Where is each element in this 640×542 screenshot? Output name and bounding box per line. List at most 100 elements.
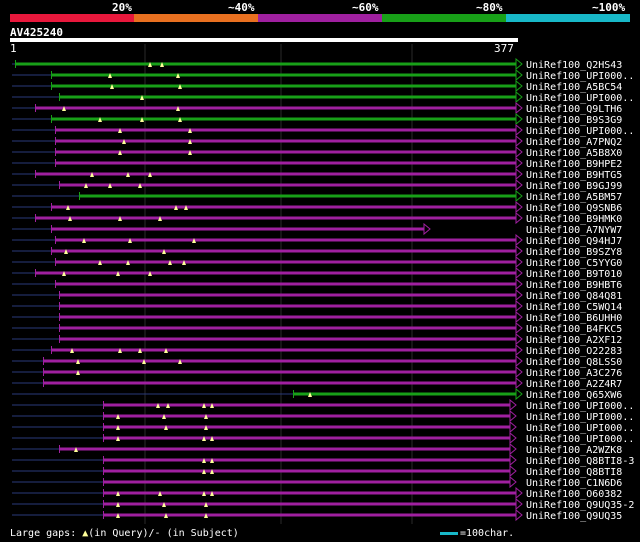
hit-bar[interactable]	[44, 359, 516, 363]
hit-bar[interactable]	[56, 260, 516, 264]
hit-label[interactable]: UniRef100_A2Z4R7	[526, 379, 622, 390]
hit-bar[interactable]	[36, 216, 516, 220]
hit-bar[interactable]	[52, 249, 516, 253]
hit-label[interactable]: UniRef100_Q9SNB6	[526, 203, 622, 214]
hit-row[interactable]: UniRef100_A5B8X0	[12, 145, 622, 159]
hit-label[interactable]: UniRef100_A5BC54	[526, 82, 622, 93]
hit-bar[interactable]	[60, 183, 516, 187]
hit-row[interactable]: UniRef100_C5WQ14	[12, 299, 622, 313]
hit-row[interactable]: UniRef100_A2Z4R7	[12, 376, 622, 390]
hit-row[interactable]: UniRef100_O60382	[12, 486, 622, 500]
hit-row[interactable]: UniRef100_B4FKC5	[12, 321, 622, 335]
hit-label[interactable]: UniRef100_B9S3G9	[526, 115, 622, 126]
hit-bar[interactable]	[60, 304, 516, 308]
hit-row[interactable]: UniRef100_Q9UQ35-2	[12, 497, 634, 511]
hit-row[interactable]: UniRef100_UPI000..	[12, 409, 634, 423]
hit-label[interactable]: UniRef100_Q65XW6	[526, 390, 622, 401]
hit-bar[interactable]	[104, 403, 510, 407]
hit-label[interactable]: UniRef100_A5B8X0	[526, 148, 622, 159]
hit-bar[interactable]	[60, 337, 516, 341]
hit-label[interactable]: UniRef100_A2XF12	[526, 335, 622, 346]
hit-label[interactable]: UniRef100_Q84Q81	[526, 291, 622, 302]
hit-row[interactable]: UniRef100_A5BC54	[12, 79, 622, 93]
hit-row[interactable]: UniRef100_B6UHH0	[12, 310, 622, 324]
hit-bar[interactable]	[104, 480, 510, 484]
hit-row[interactable]: UniRef100_B9S3G9	[12, 112, 622, 126]
hit-bar[interactable]	[52, 205, 516, 209]
hit-label[interactable]: UniRef100_Q9UQ35-2	[526, 500, 634, 511]
hit-label[interactable]: UniRef100_B9T010	[526, 269, 622, 280]
hit-row[interactable]: UniRef100_Q9LTH6	[12, 101, 622, 115]
hit-label[interactable]: UniRef100_O22283	[526, 346, 622, 357]
hit-label[interactable]: UniRef100_Q9LTH6	[526, 104, 622, 115]
hit-label[interactable]: UniRef100_C5YYG0	[526, 258, 622, 269]
hit-row[interactable]: UniRef100_Q65XW6	[12, 387, 622, 401]
hit-row[interactable]: UniRef100_Q8BTI8-3	[12, 453, 634, 467]
hit-bar[interactable]	[80, 194, 516, 198]
hit-row[interactable]: UniRef100_Q9UQ35	[12, 508, 622, 522]
hit-bar[interactable]	[60, 95, 516, 99]
hit-row[interactable]: UniRef100_B9HTG5	[12, 167, 622, 181]
hit-bar[interactable]	[56, 282, 516, 286]
hit-bar[interactable]	[56, 161, 516, 165]
hit-bar[interactable]	[104, 491, 516, 495]
hit-label[interactable]: UniRef100_B9SZY8	[526, 247, 622, 258]
hit-bar[interactable]	[36, 271, 516, 275]
hit-label[interactable]: UniRef100_O60382	[526, 489, 622, 500]
hit-label[interactable]: UniRef100_B6UHH0	[526, 313, 622, 324]
hit-row[interactable]: UniRef100_UPI000..	[12, 68, 634, 82]
hit-bar[interactable]	[16, 62, 516, 66]
hit-label[interactable]: UniRef100_B9HMK0	[526, 214, 622, 225]
hit-row[interactable]: UniRef100_C5YYG0	[12, 255, 622, 269]
hit-row[interactable]: UniRef100_UPI000..	[12, 90, 634, 104]
hit-bar[interactable]	[52, 73, 516, 77]
hit-bar[interactable]	[56, 238, 516, 242]
hit-bar[interactable]	[104, 502, 516, 506]
hit-row[interactable]: UniRef100_Q94HJ7	[12, 233, 622, 247]
hit-bar[interactable]	[60, 315, 516, 319]
hit-row[interactable]: UniRef100_Q8LSS0	[12, 354, 622, 368]
hit-bar[interactable]	[52, 84, 516, 88]
hit-label[interactable]: UniRef100_UPI000..	[526, 423, 634, 434]
hit-label[interactable]: UniRef100_A5BM57	[526, 192, 622, 203]
hit-label[interactable]: UniRef100_Q8LSS0	[526, 357, 622, 368]
hit-label[interactable]: UniRef100_UPI000..	[526, 71, 634, 82]
hit-bar[interactable]	[52, 348, 516, 352]
hit-label[interactable]: UniRef100_A7PNQ2	[526, 137, 622, 148]
hit-bar[interactable]	[60, 447, 510, 451]
hit-row[interactable]: UniRef100_B9T010	[12, 266, 622, 280]
hit-row[interactable]: UniRef100_B9HMK0	[12, 211, 622, 225]
hit-label[interactable]: UniRef100_C1N6D6	[526, 478, 622, 489]
hit-row[interactable]: UniRef100_A2WZK8	[12, 442, 622, 456]
hit-label[interactable]: UniRef100_UPI000..	[526, 93, 634, 104]
hit-label[interactable]: UniRef100_UPI000..	[526, 434, 634, 445]
hit-label[interactable]: UniRef100_B4FKC5	[526, 324, 622, 335]
hit-bar[interactable]	[52, 227, 424, 231]
hit-row[interactable]: UniRef100_Q84Q81	[12, 288, 622, 302]
hit-label[interactable]: UniRef100_B9GJ99	[526, 181, 622, 192]
hit-bar[interactable]	[44, 370, 516, 374]
hit-label[interactable]: UniRef100_Q9UQ35	[526, 511, 622, 522]
hit-label[interactable]: UniRef100_B9HPE2	[526, 159, 622, 170]
hit-label[interactable]: UniRef100_UPI000..	[526, 412, 634, 423]
hit-row[interactable]: UniRef100_B9HBT6	[12, 277, 622, 291]
hit-row[interactable]: UniRef100_UPI000..	[12, 431, 634, 445]
hit-bar[interactable]	[104, 436, 510, 440]
hit-bar[interactable]	[56, 150, 516, 154]
hit-bar[interactable]	[36, 172, 516, 176]
hit-row[interactable]: UniRef100_B9GJ99	[12, 178, 622, 192]
hit-bar[interactable]	[56, 128, 516, 132]
hit-bar[interactable]	[60, 326, 516, 330]
hit-row[interactable]: UniRef100_Q8BTI8	[12, 464, 622, 478]
hit-label[interactable]: UniRef100_B9HTG5	[526, 170, 622, 181]
hit-bar[interactable]	[104, 458, 510, 462]
hit-bar[interactable]	[104, 469, 510, 473]
hit-row[interactable]: UniRef100_A3C276	[12, 365, 622, 379]
hit-label[interactable]: UniRef100_Q8BTI8-3	[526, 456, 634, 467]
hit-row[interactable]: UniRef100_O22283	[12, 343, 622, 357]
hit-label[interactable]: UniRef100_UPI000..	[526, 126, 634, 137]
hit-row[interactable]: UniRef100_C1N6D6	[12, 475, 622, 489]
hit-bar[interactable]	[36, 106, 516, 110]
hit-label[interactable]: UniRef100_A2WZK8	[526, 445, 622, 456]
hit-label[interactable]: UniRef100_Q94HJ7	[526, 236, 622, 247]
